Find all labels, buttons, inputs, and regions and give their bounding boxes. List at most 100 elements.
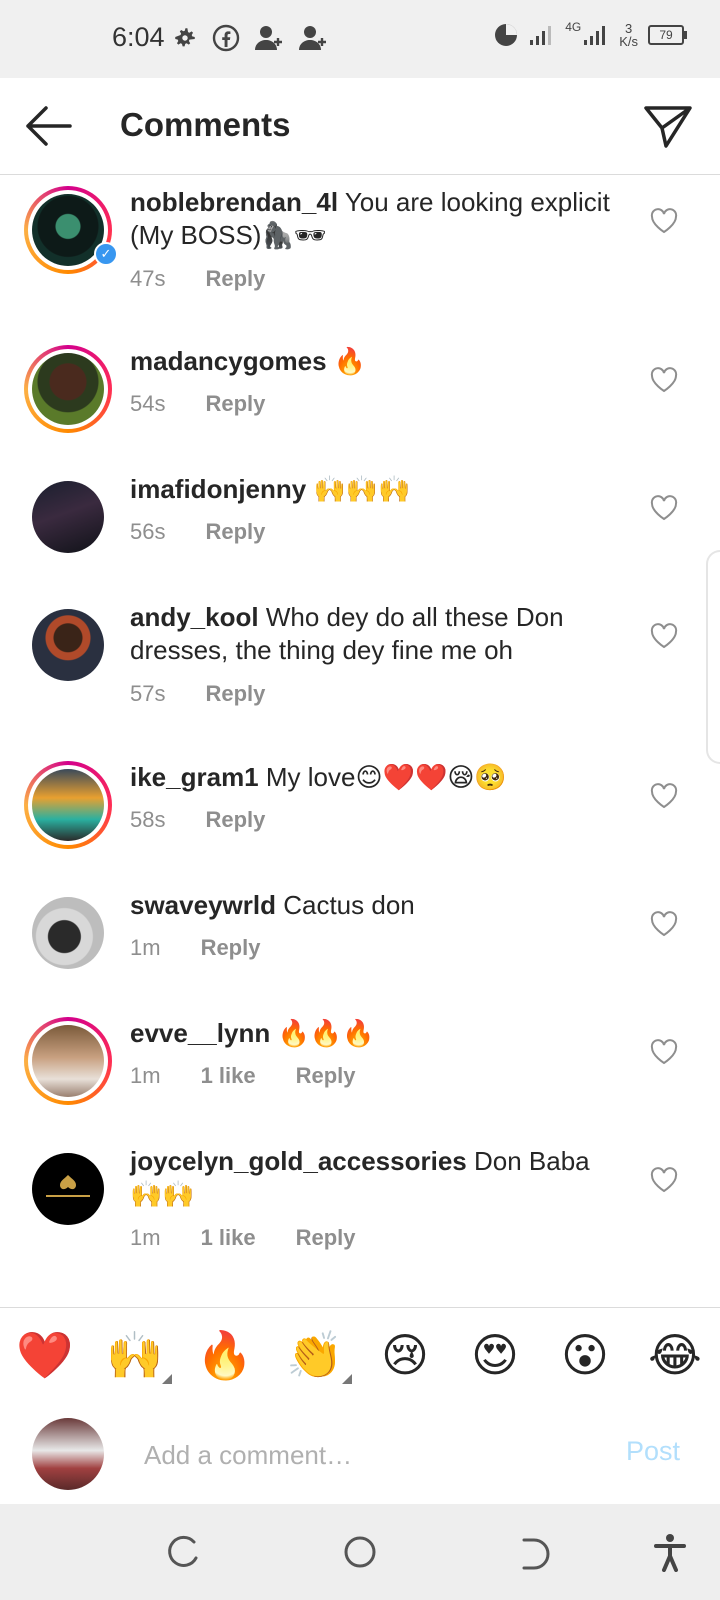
back-arrow-icon[interactable] xyxy=(22,102,74,150)
emoji-laughing-button[interactable]: 😂 xyxy=(644,1324,706,1386)
comment-text: joycelyn_gold_accessories Don Baba 🙌🙌 xyxy=(130,1145,610,1211)
comment-time: 58s xyxy=(130,807,166,832)
like-count[interactable]: 1 like xyxy=(201,1225,256,1251)
battery-indicator: 79 xyxy=(648,25,687,45)
comment-text: swaveywrld Cactus don xyxy=(130,889,610,922)
comment-username[interactable]: imafidonjenny xyxy=(130,474,306,504)
settings-gear-icon xyxy=(175,28,195,47)
comment-username[interactable]: joycelyn_gold_accessories xyxy=(130,1146,467,1176)
accessibility-icon[interactable] xyxy=(650,1532,690,1572)
system-nav-bar xyxy=(0,1504,720,1600)
comment-username[interactable]: ike_gram1 xyxy=(130,762,259,792)
comment-message: Cactus don xyxy=(283,890,415,920)
comment-username[interactable]: evve__lynn xyxy=(130,1018,270,1048)
add-friend-icon xyxy=(255,26,282,50)
like-heart-icon[interactable] xyxy=(650,783,678,809)
avatar[interactable]: ✓ xyxy=(24,186,118,274)
add-friend-icon xyxy=(299,26,326,50)
comment-time: 57s xyxy=(130,681,166,706)
status-notification-icons xyxy=(172,24,328,52)
comment-meta: 56s Reply xyxy=(130,519,265,545)
avatar[interactable] xyxy=(24,345,112,433)
comment-meta: 1m Reply xyxy=(130,935,260,961)
reply-button[interactable]: Reply xyxy=(205,681,265,707)
comment-text: andy_kool Who dey do all these Don dress… xyxy=(130,601,610,667)
avatar[interactable] xyxy=(24,473,112,561)
comment-meta: 1m 1 like Reply xyxy=(130,1225,356,1251)
comment-time: 1m xyxy=(130,1063,161,1088)
comment-username[interactable]: madancygomes xyxy=(130,346,327,376)
avatar[interactable] xyxy=(24,601,112,689)
emoji-crying-button[interactable]: 😢 xyxy=(374,1324,436,1386)
like-heart-icon[interactable] xyxy=(650,911,678,937)
emoji-raised-hands-button[interactable]: 🙌 xyxy=(104,1324,172,1386)
comment-time: 56s xyxy=(130,519,166,544)
comment-username[interactable]: andy_kool xyxy=(130,602,259,632)
page-title: Comments xyxy=(120,106,291,143)
comment-message: 🔥 xyxy=(333,346,367,376)
avatar[interactable] xyxy=(24,761,112,849)
skin-tone-indicator-icon xyxy=(342,1374,352,1384)
comment-meta: 57s Reply xyxy=(130,681,265,707)
share-send-icon[interactable] xyxy=(642,102,694,150)
comment-text: evve__lynn 🔥🔥🔥 xyxy=(130,1017,610,1050)
skin-tone-indicator-icon xyxy=(162,1374,172,1384)
emoji-heart-button[interactable]: ❤️ xyxy=(14,1324,76,1386)
reply-button[interactable]: Reply xyxy=(205,391,265,417)
verified-badge-icon: ✓ xyxy=(94,242,118,266)
reply-button[interactable]: Reply xyxy=(296,1225,356,1251)
comment-text: madancygomes 🔥 xyxy=(130,345,610,378)
comment-meta: 54s Reply xyxy=(130,391,265,417)
comment-text: noblebrendan_4l You are looking explicit… xyxy=(130,186,610,252)
reply-button[interactable]: Reply xyxy=(205,266,265,292)
emoji-surprised-button[interactable]: 😮 xyxy=(554,1324,616,1386)
status-bar: 6:04 4G 3 K/s 79 xyxy=(0,0,720,78)
comment-composer: Post xyxy=(0,1404,720,1504)
back-nav-icon[interactable] xyxy=(516,1532,556,1572)
avatar[interactable] xyxy=(24,1145,112,1233)
post-button[interactable]: Post xyxy=(626,1436,680,1467)
reply-button[interactable]: Reply xyxy=(205,807,265,833)
emoji-clap-button[interactable]: 👏 xyxy=(284,1324,352,1386)
comment-meta: 58s Reply xyxy=(130,807,265,833)
emoji-fire-button[interactable]: 🔥 xyxy=(194,1324,256,1386)
comment-input[interactable] xyxy=(142,1434,566,1476)
signal-strength-icon xyxy=(530,26,552,45)
like-heart-icon[interactable] xyxy=(650,623,678,649)
comment-message: 🔥🔥🔥 xyxy=(277,1018,375,1048)
like-heart-icon[interactable] xyxy=(650,367,678,393)
emoji-heart-eyes-button[interactable]: 😍 xyxy=(464,1324,526,1386)
comment-message: 🙌🙌🙌 xyxy=(313,474,411,504)
comment-meta: 1m 1 like Reply xyxy=(130,1063,356,1089)
like-count[interactable]: 1 like xyxy=(201,1063,256,1089)
network-speed: 3 K/s xyxy=(619,21,638,49)
reply-button[interactable]: Reply xyxy=(205,519,265,545)
facebook-icon xyxy=(212,24,240,52)
avatar[interactable] xyxy=(24,1017,112,1105)
data-saver-icon xyxy=(495,24,518,46)
comment-text: imafidonjenny 🙌🙌🙌 xyxy=(130,473,610,506)
recent-apps-icon[interactable] xyxy=(164,1532,204,1572)
comment-text: ike_gram1 My love😊❤️❤️😪🥺 xyxy=(130,761,610,794)
like-heart-icon[interactable] xyxy=(650,495,678,521)
avatar[interactable] xyxy=(24,889,112,977)
comment-username[interactable]: swaveywrld xyxy=(130,890,276,920)
status-system-icons: 4G 3 K/s 79 xyxy=(493,20,687,49)
reply-button[interactable]: Reply xyxy=(201,935,261,961)
like-heart-icon[interactable] xyxy=(650,1039,678,1065)
reply-button[interactable]: Reply xyxy=(296,1063,356,1089)
comment-meta: 47s Reply xyxy=(130,266,265,292)
like-heart-icon[interactable] xyxy=(650,208,678,234)
network-type: 4G xyxy=(565,20,582,34)
comment-time: 47s xyxy=(130,266,166,291)
home-icon[interactable] xyxy=(340,1532,380,1572)
status-time: 6:04 xyxy=(112,22,165,52)
comments-header: Comments xyxy=(0,78,720,175)
edge-panel-handle[interactable] xyxy=(706,550,720,764)
comment-time: 1m xyxy=(130,1225,161,1250)
comment-username[interactable]: noblebrendan_4l xyxy=(130,187,338,217)
like-heart-icon[interactable] xyxy=(650,1167,678,1193)
current-user-avatar xyxy=(32,1418,104,1490)
signal-strength-icon xyxy=(584,26,606,45)
emoji-quick-bar: ❤️ 🙌 🔥 👏 😢 😍 😮 😂 xyxy=(0,1307,720,1405)
